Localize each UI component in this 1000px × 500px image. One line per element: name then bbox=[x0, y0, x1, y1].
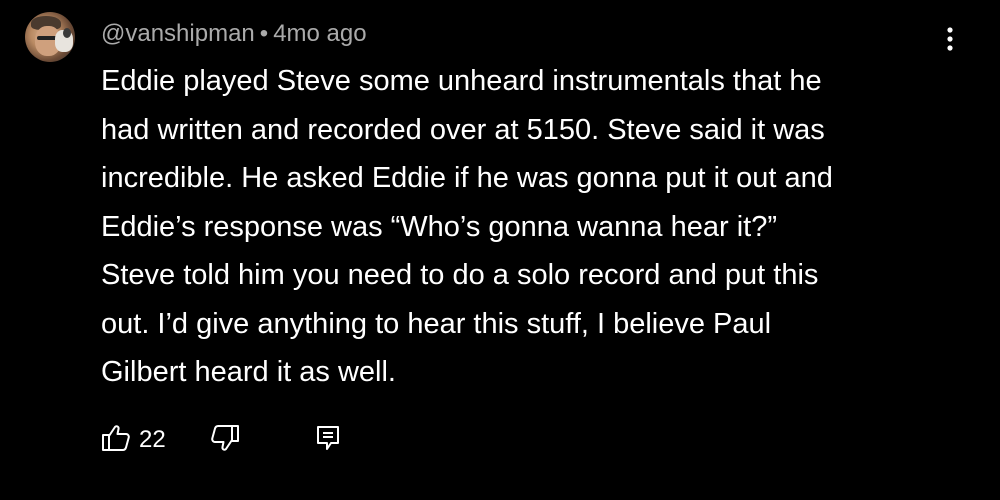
more-vert-icon[interactable] bbox=[938, 25, 962, 53]
comment-body: Eddie played Steve some unheard instrume… bbox=[101, 65, 833, 388]
like-count: 22 bbox=[139, 426, 166, 453]
thumbs-up-icon bbox=[101, 423, 131, 458]
thumbs-down-icon bbox=[210, 423, 240, 458]
comment-actions: 22 bbox=[101, 423, 341, 457]
avatar[interactable] bbox=[25, 12, 75, 62]
comment-meta: @vanshipman • 4mo ago bbox=[101, 19, 367, 49]
author-name[interactable]: @vanshipman bbox=[101, 20, 255, 47]
like-button[interactable]: 22 bbox=[101, 423, 166, 458]
reply-comment-icon bbox=[315, 423, 341, 458]
avatar-dog-ear bbox=[63, 28, 71, 38]
comment-timestamp[interactable]: 4mo ago bbox=[273, 20, 366, 47]
dislike-button[interactable] bbox=[210, 423, 240, 458]
reply-button[interactable] bbox=[315, 423, 341, 458]
meta-separator: • bbox=[259, 20, 269, 47]
comment-thread-item: @vanshipman • 4mo ago Eddie played Steve s… bbox=[0, 0, 1000, 500]
